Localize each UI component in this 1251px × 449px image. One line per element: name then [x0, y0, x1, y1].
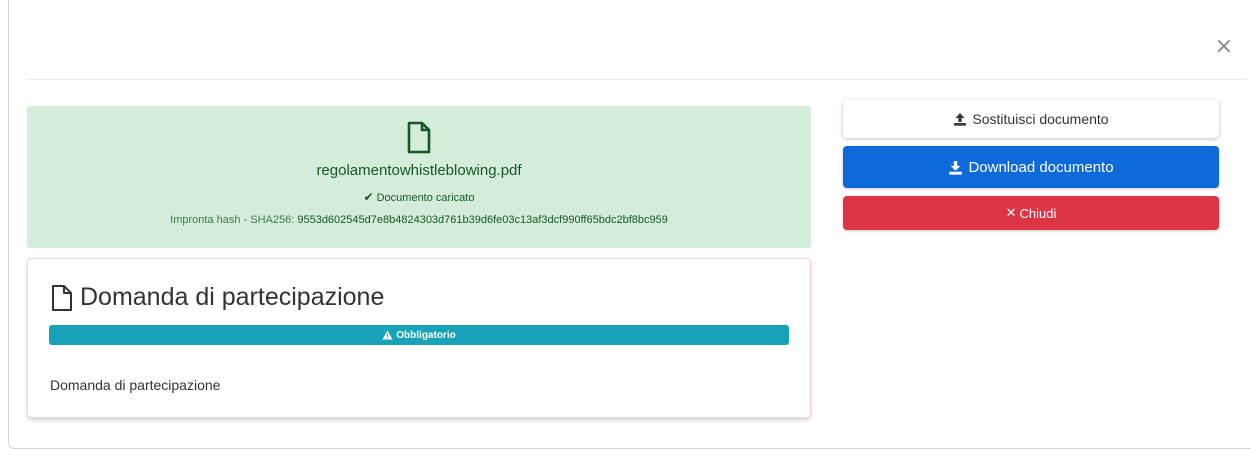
replace-document-label: Sostituisci documento [972, 111, 1109, 127]
warning-icon [382, 330, 393, 340]
file-hash: Impronta hash - SHA256: 9553d602545d7e8b… [27, 214, 811, 226]
replace-document-button[interactable]: Sostituisci documento [843, 100, 1219, 138]
download-document-label: Download documento [968, 158, 1114, 176]
file-icon [407, 121, 431, 154]
card-description: Domanda di partecipazione [50, 377, 221, 393]
document-card: Domanda di partecipazione Obbligatorio D… [27, 258, 811, 418]
close-icon: ✕ [1005, 205, 1017, 221]
card-title: Domanda di partecipazione [50, 283, 384, 312]
close-label: Chiudi [1019, 205, 1057, 221]
download-icon [949, 160, 963, 175]
file-outline-icon [52, 284, 72, 311]
hash-value: 9553d602545d7e8b4824303d761b39d6fe03c13a… [297, 214, 668, 226]
card-title-text: Domanda di partecipazione [80, 283, 385, 311]
modal-header: × [27, 0, 1247, 80]
required-badge-label: Obbligatorio [396, 329, 456, 341]
upload-status-label: Documento caricato [376, 192, 475, 204]
uploaded-file-panel: regolamentowhistleblowing.pdf ✔ Documento… [27, 106, 811, 248]
upload-status: ✔ Documento caricato [27, 190, 811, 204]
download-document-button[interactable]: Download documento [843, 146, 1219, 188]
check-icon: ✔ [363, 190, 374, 204]
upload-icon [954, 113, 967, 126]
close-button[interactable]: ✕ Chiudi [843, 196, 1219, 230]
modal-close-icon[interactable]: × [1215, 34, 1233, 60]
hash-label: Impronta hash - SHA256: [170, 214, 298, 226]
required-badge: Obbligatorio [49, 325, 789, 345]
file-name: regolamentowhistleblowing.pdf [316, 162, 522, 179]
